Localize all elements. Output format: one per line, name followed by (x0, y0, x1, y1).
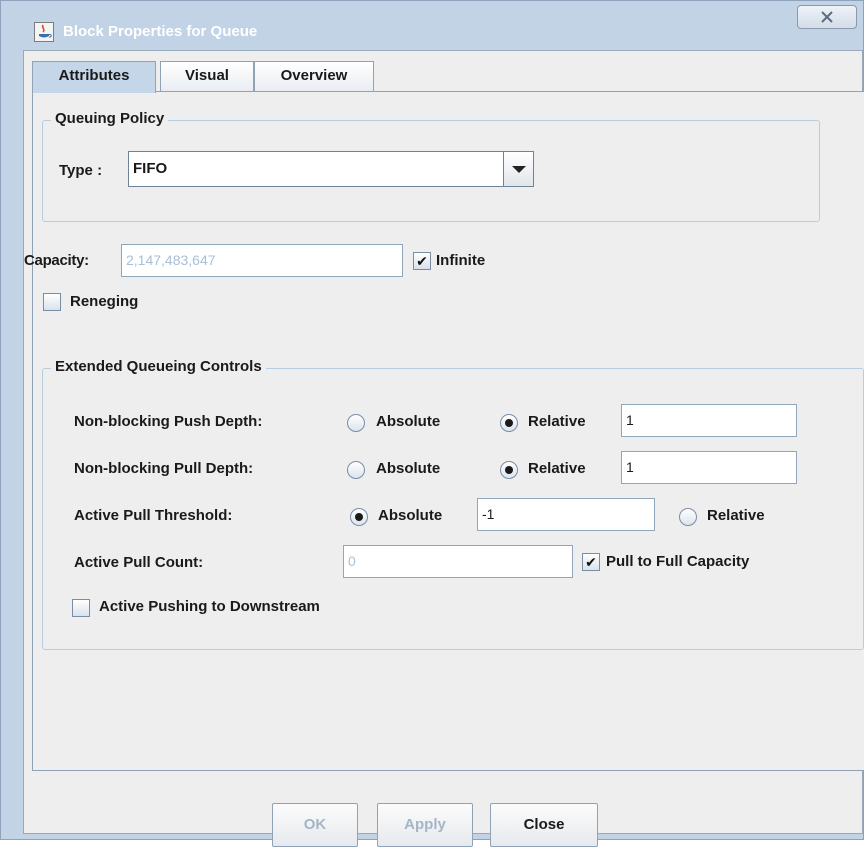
pull-threshold-relative-radio[interactable] (679, 508, 697, 526)
close-button[interactable]: Close (490, 803, 598, 847)
push-depth-relative-radio[interactable] (500, 414, 518, 432)
pull-threshold-label: Active Pull Threshold: (74, 507, 233, 524)
active-pushing-label: Active Pushing to Downstream (99, 598, 320, 615)
push-depth-absolute-label: Absolute (376, 413, 441, 430)
push-depth-label: Non-blocking Push Depth: (74, 413, 263, 430)
type-label: Type : (59, 162, 103, 179)
queuing-policy-title: Queuing Policy (51, 110, 169, 127)
pull-threshold-absolute-label: Absolute (378, 507, 443, 524)
window-close-button[interactable] (797, 5, 857, 29)
dialog-window: Block Properties for Queue Attributes Vi… (0, 0, 864, 847)
pull-depth-absolute-label: Absolute (376, 460, 441, 477)
capacity-field[interactable]: 2,147,483,647 (121, 244, 403, 277)
infinite-label: Infinite (436, 252, 486, 269)
ok-button[interactable]: OK (272, 803, 358, 847)
pull-threshold-relative-label: Relative (707, 507, 765, 524)
pull-depth-label: Non-blocking Pull Depth: (74, 460, 254, 477)
extended-controls-title: Extended Queueing Controls (51, 358, 266, 375)
tab-attributes[interactable]: Attributes (32, 61, 156, 93)
tab-visual[interactable]: Visual (160, 61, 254, 91)
pull-depth-relative-label: Relative (528, 460, 586, 477)
queue-type-select[interactable]: FIFO (128, 151, 534, 187)
pull-count-field[interactable]: 0 (343, 545, 573, 578)
tab-overview[interactable]: Overview (254, 61, 374, 91)
pull-depth-absolute-radio[interactable] (347, 461, 365, 479)
pull-count-label: Active Pull Count: (74, 554, 204, 571)
queue-type-value: FIFO (133, 160, 168, 177)
apply-button[interactable]: Apply (377, 803, 473, 847)
attributes-panel: Queuing Policy Type : FIFO Capacity: 2,1… (24, 91, 864, 771)
pull-depth-relative-radio[interactable] (500, 461, 518, 479)
pull-threshold-absolute-radio[interactable] (350, 508, 368, 526)
push-depth-absolute-radio[interactable] (347, 414, 365, 432)
java-app-icon (34, 22, 54, 42)
dialog-content: Attributes Visual Overview Queuing Polic… (23, 50, 864, 847)
title-bar[interactable]: Block Properties for Queue (1, 1, 863, 49)
pull-full-capacity-label: Pull to Full Capacity (606, 553, 750, 570)
queuing-policy-group: Queuing Policy Type : FIFO (42, 110, 820, 222)
push-depth-field[interactable]: 1 (621, 404, 797, 437)
reneging-checkbox[interactable] (43, 293, 61, 311)
pull-threshold-field[interactable]: -1 (477, 498, 655, 531)
chevron-down-icon[interactable] (503, 152, 533, 186)
pull-full-capacity-checkbox[interactable]: ✔ (582, 553, 600, 571)
extended-controls-group: Extended Queueing Controls Non-blocking … (42, 358, 864, 650)
reneging-label: Reneging (70, 293, 139, 310)
active-pushing-checkbox[interactable] (72, 599, 90, 617)
push-depth-relative-label: Relative (528, 413, 586, 430)
window-title: Block Properties for Queue (63, 23, 258, 40)
capacity-label: Capacity: (24, 252, 89, 269)
close-icon (821, 11, 833, 23)
infinite-checkbox[interactable]: ✔ (413, 252, 431, 270)
pull-depth-field[interactable]: 1 (621, 451, 797, 484)
